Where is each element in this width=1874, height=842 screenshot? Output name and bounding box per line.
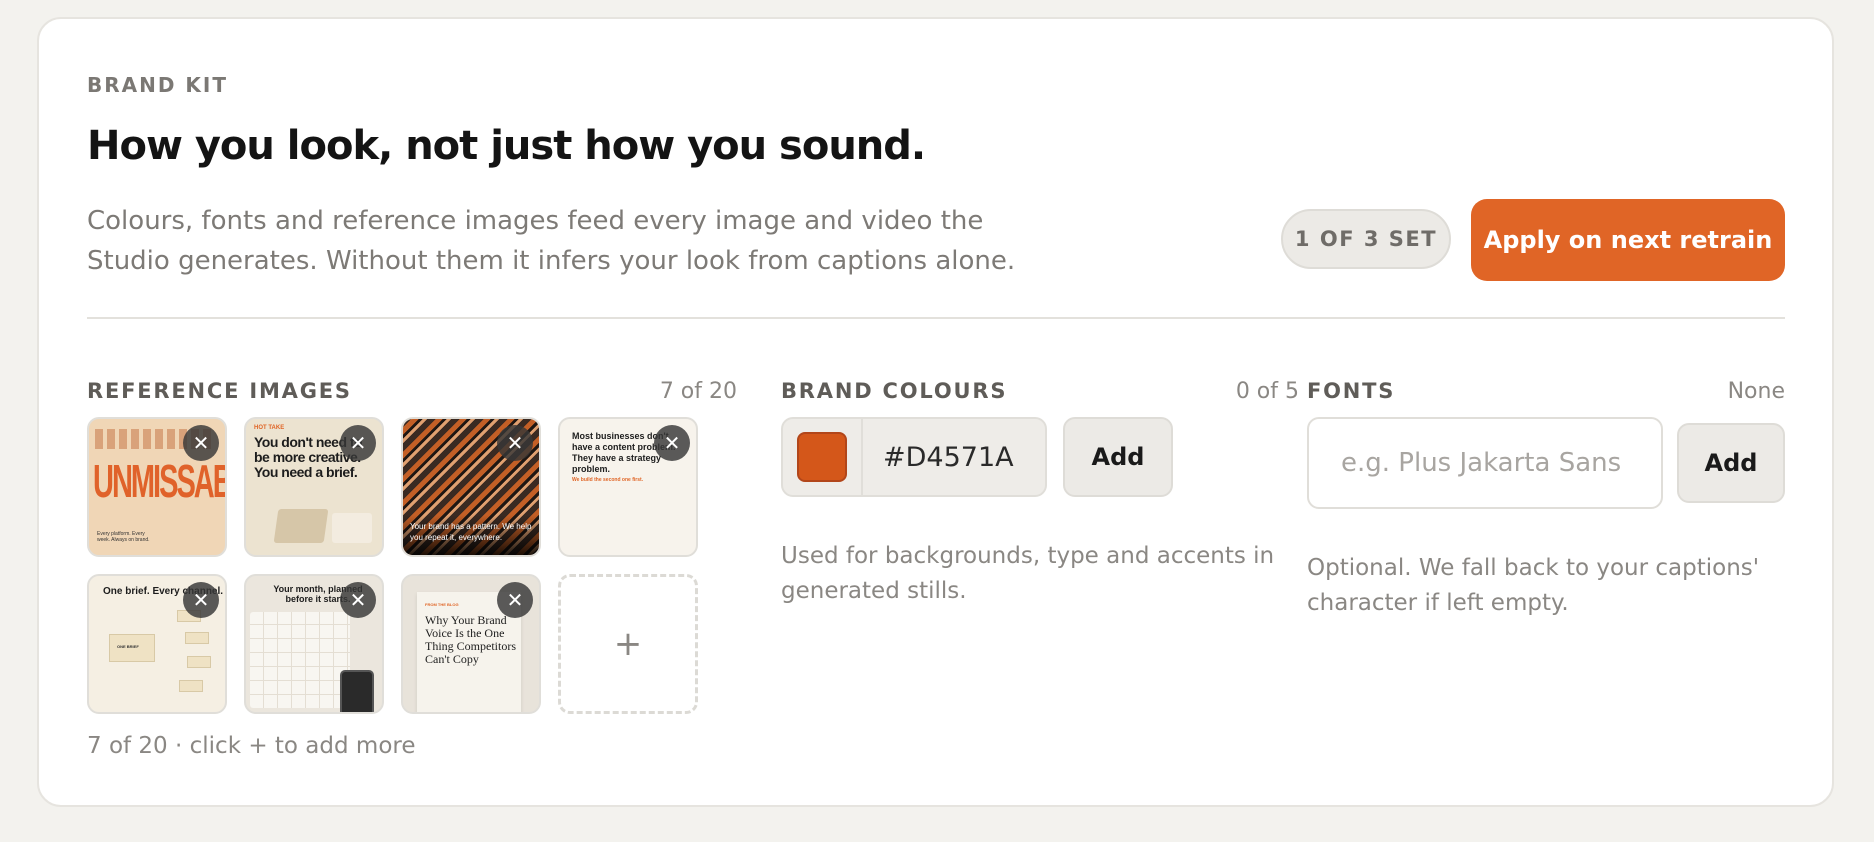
reference-image-thumb[interactable]: HOT TAKE You don't need to be more creat… bbox=[244, 417, 384, 557]
fonts-count: None bbox=[1727, 379, 1785, 404]
reference-image-thumb[interactable]: One brief. Every channel. ONE BRIEF ✕ bbox=[87, 574, 227, 714]
thumb-headline: Why Your Brand Voice Is the One Thing Co… bbox=[425, 613, 516, 666]
hex-colour-input[interactable] bbox=[881, 440, 1035, 474]
font-name-input[interactable] bbox=[1307, 417, 1663, 509]
colour-swatch[interactable] bbox=[797, 432, 847, 482]
remove-image-icon[interactable]: ✕ bbox=[183, 425, 219, 461]
remove-image-icon[interactable]: ✕ bbox=[497, 582, 533, 618]
brand-colours-heading: BRAND COLOURS bbox=[781, 379, 1008, 403]
page-title: How you look, not just how you sound. bbox=[87, 123, 926, 169]
card-decoration bbox=[187, 656, 211, 668]
remove-image-icon[interactable]: ✕ bbox=[340, 425, 376, 461]
thumb-headline: UNMISSABLE bbox=[93, 457, 225, 509]
page-subtitle: Colours, fonts and reference images feed… bbox=[87, 206, 1016, 276]
reference-images-hint: 7 of 20 · click + to add more bbox=[87, 733, 416, 759]
thumb-caption: We build the second one first. bbox=[572, 477, 644, 483]
remove-image-icon[interactable]: ✕ bbox=[183, 582, 219, 618]
remove-image-icon[interactable]: ✕ bbox=[654, 425, 690, 461]
card-decoration bbox=[185, 632, 209, 644]
reference-images-heading: REFERENCE IMAGES bbox=[87, 379, 352, 403]
calendar-decoration bbox=[332, 513, 372, 543]
thumb-label: HOT TAKE bbox=[254, 425, 285, 431]
swatch-divider bbox=[861, 419, 863, 495]
card-decoration bbox=[179, 680, 203, 692]
thumb-caption: Your brand has a pattern. We help you re… bbox=[410, 522, 532, 542]
thumb-caption: ONE BRIEF bbox=[117, 644, 139, 649]
reference-image-thumb[interactable]: UNMISSABLE Every platform. Every week. A… bbox=[87, 417, 227, 557]
fonts-heading: FONTS bbox=[1307, 379, 1396, 403]
thumb-caption: Every platform. Every week. Always on br… bbox=[97, 531, 150, 543]
status-badge: 1 OF 3 SET bbox=[1281, 209, 1451, 269]
colour-input-group bbox=[781, 417, 1047, 497]
remove-image-icon[interactable]: ✕ bbox=[497, 425, 533, 461]
brand-colours-count: 0 of 5 bbox=[1235, 379, 1299, 404]
notebook-decoration bbox=[273, 509, 329, 543]
add-font-button[interactable]: Add bbox=[1677, 423, 1785, 503]
brand-kit-card: BRAND KIT How you look, not just how you… bbox=[37, 17, 1834, 807]
add-colour-button[interactable]: Add bbox=[1063, 417, 1173, 497]
divider bbox=[87, 317, 1785, 319]
reference-image-thumb[interactable]: Your brand has a pattern. We help you re… bbox=[401, 417, 541, 557]
reference-image-thumb[interactable]: Most businesses don't have a content pro… bbox=[558, 417, 698, 557]
fonts-hint: Optional. We fall back to your captions'… bbox=[1307, 555, 1760, 616]
reference-image-thumb[interactable]: Your month, planned before it starts. ✕ bbox=[244, 574, 384, 714]
apply-on-next-retrain-button[interactable]: Apply on next retrain bbox=[1471, 199, 1785, 281]
reference-image-thumb[interactable]: FROM THE BLOG Why Your Brand Voice Is th… bbox=[401, 574, 541, 714]
brand-colours-hint: Used for backgrounds, type and accents i… bbox=[781, 543, 1275, 604]
thumb-label: FROM THE BLOG bbox=[425, 602, 459, 607]
remove-image-icon[interactable]: ✕ bbox=[340, 582, 376, 618]
phone-decoration bbox=[340, 670, 374, 712]
eyebrow-label: BRAND KIT bbox=[87, 73, 229, 97]
planner-decoration bbox=[250, 612, 350, 708]
reference-images-count: 7 of 20 bbox=[659, 379, 737, 404]
add-image-button[interactable]: + bbox=[558, 574, 698, 714]
